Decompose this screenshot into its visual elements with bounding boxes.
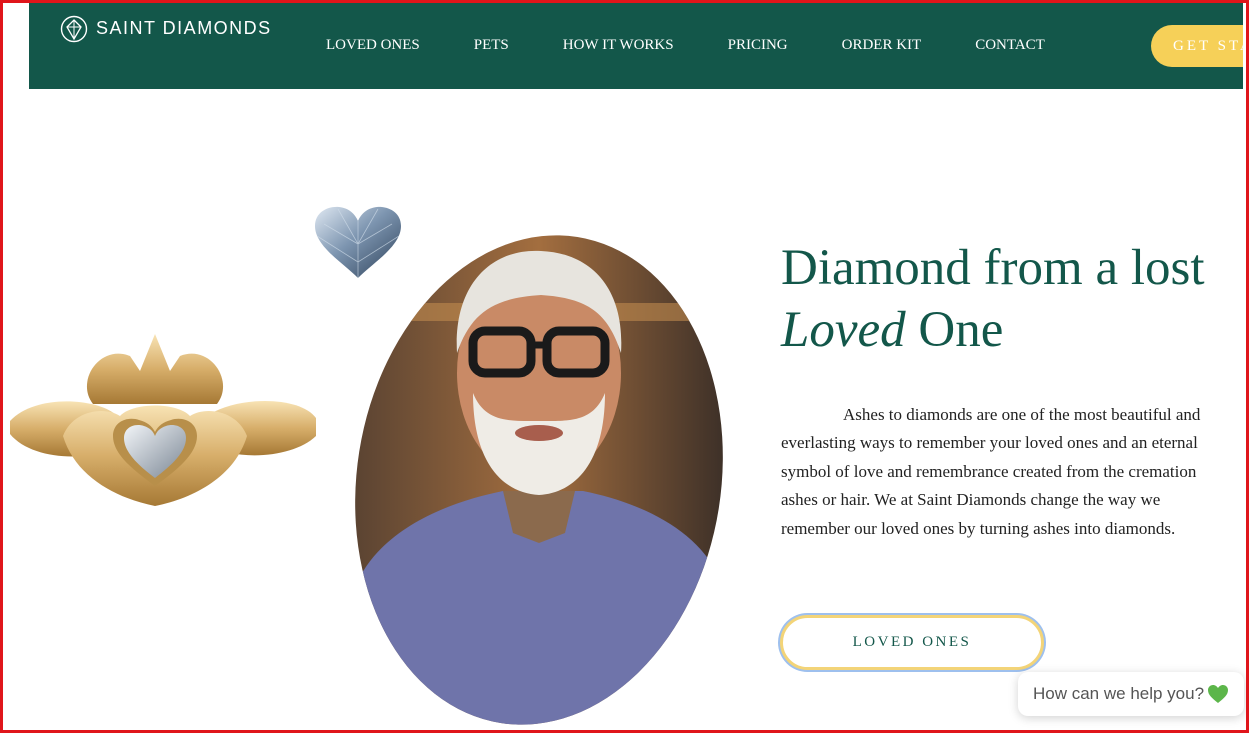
nav-contact[interactable]: CONTACT	[975, 37, 1045, 54]
hero-title-part2: One	[905, 302, 1004, 358]
hero-description: Ashes to diamonds are one of the most be…	[781, 405, 1201, 538]
chat-widget[interactable]: How can we help you?	[1018, 672, 1244, 716]
main-menu: LOVED ONES PETS HOW IT WORKS PRICING ORD…	[326, 37, 1099, 54]
hero-title-emphasis: Loved	[781, 302, 906, 358]
nav-loved-ones[interactable]: LOVED ONES	[326, 37, 420, 54]
hero-title-part1: Diamond from a lost	[781, 240, 1205, 296]
top-navigation: SAINT DIAMONDS LOVED ONES PETS HOW IT WO…	[29, 3, 1243, 89]
elderly-man-portrait-image	[353, 233, 725, 727]
nav-pricing[interactable]: PRICING	[728, 37, 788, 54]
hero-title: Diamond from a lost Loved One	[781, 237, 1231, 361]
get-started-button[interactable]: GET STARTED	[1151, 25, 1243, 67]
diamond-leaf-logo-icon	[60, 15, 88, 43]
brand-logo[interactable]: SAINT DIAMONDS	[60, 8, 272, 48]
chat-prompt: How can we help you?	[1033, 684, 1205, 703]
green-heart-icon	[1208, 685, 1229, 703]
nav-order-kit[interactable]: ORDER KIT	[842, 37, 922, 54]
brand-name: SAINT DIAMONDS	[96, 17, 272, 38]
loved-ones-button[interactable]: LOVED ONES	[780, 615, 1044, 670]
claddagh-ring-image	[10, 334, 316, 506]
nav-how-it-works[interactable]: HOW IT WORKS	[563, 37, 674, 54]
nav-pets[interactable]: PETS	[474, 37, 509, 54]
